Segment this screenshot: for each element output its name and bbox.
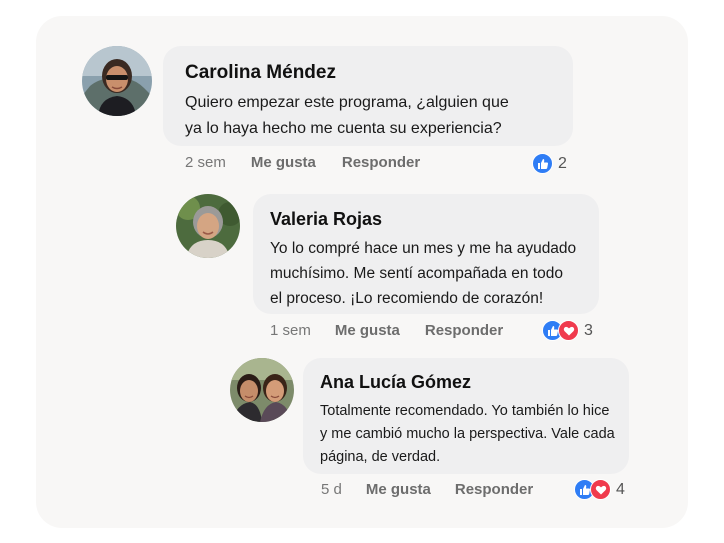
comment-author[interactable]: Ana Lucía Gómez (320, 372, 471, 393)
comment-text: Yo lo compré hace un mes y me ha ayudado… (270, 240, 577, 307)
heart-reaction-icon (558, 320, 579, 341)
reaction-summary[interactable]: 4 (574, 479, 625, 500)
comment-timestamp[interactable]: 5 d (321, 481, 342, 498)
comment-actions: 1 sem Me gusta Responder (270, 322, 503, 339)
like-button[interactable]: Me gusta (335, 322, 400, 339)
reply-button[interactable]: Responder (342, 154, 420, 171)
avatar[interactable] (176, 194, 240, 258)
comment-author[interactable]: Carolina Méndez (185, 62, 336, 84)
avatar[interactable] (230, 358, 294, 422)
reaction-summary[interactable]: 3 (542, 320, 593, 341)
reaction-count: 3 (584, 321, 593, 339)
avatar[interactable] (82, 46, 152, 116)
heart-reaction-icon (590, 479, 611, 500)
comment-timestamp[interactable]: 1 sem (270, 322, 311, 339)
comment-bubble: Valeria Rojas Yo lo compré hace un mes y… (253, 194, 599, 314)
like-button[interactable]: Me gusta (366, 481, 431, 498)
like-reaction-icon (532, 153, 553, 174)
like-button[interactable]: Me gusta (251, 154, 316, 171)
comment-actions: 5 d Me gusta Responder (321, 481, 533, 498)
comment-author[interactable]: Valeria Rojas (270, 209, 382, 230)
reply-button[interactable]: Responder (455, 481, 533, 498)
comment-bubble: Ana Lucía Gómez Totalmente recomendado. … (303, 358, 629, 474)
comment-text: Totalmente recomendado. Yo también lo hi… (320, 403, 615, 465)
reaction-summary[interactable]: 2 (532, 153, 567, 174)
reply-button[interactable]: Responder (425, 322, 503, 339)
comments-card: Carolina Méndez Quiero empezar este prog… (36, 16, 688, 528)
reaction-count: 2 (558, 154, 567, 172)
reaction-count: 4 (616, 480, 625, 498)
comment-bubble: Carolina Méndez Quiero empezar este prog… (163, 46, 573, 146)
comment-timestamp[interactable]: 2 sem (185, 154, 226, 171)
comment-actions: 2 sem Me gusta Responder (185, 154, 420, 171)
comment-text: Quiero empezar este programa, ¿alguien q… (185, 94, 509, 137)
